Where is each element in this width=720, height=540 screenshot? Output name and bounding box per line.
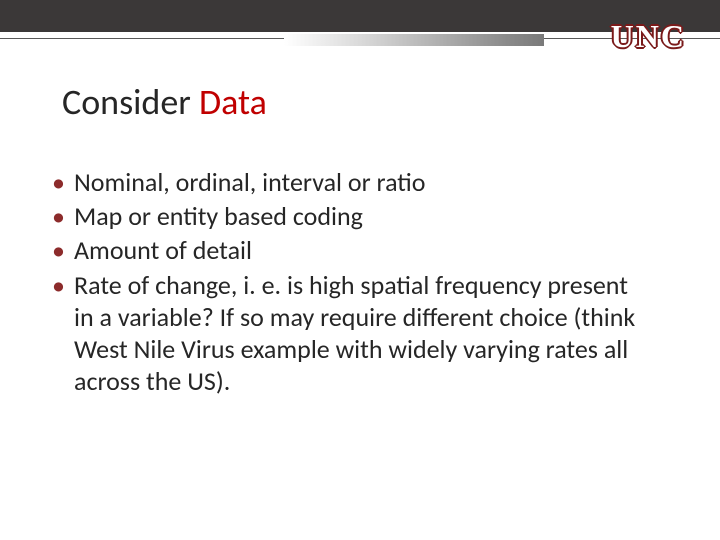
list-item: Rate of change, i. e. is high spatial fr… (48, 269, 648, 398)
list-item: Nominal, ordinal, interval or ratio (48, 166, 648, 198)
unc-logo: UNC (611, 18, 686, 55)
slide-title: Consider Data (62, 80, 267, 124)
title-accent: Data (199, 80, 267, 124)
list-item: Amount of detail (48, 234, 648, 266)
bullet-text: Map or entity based coding (74, 200, 363, 232)
slide-header: UNC (0, 0, 720, 48)
header-gradient-bar (284, 34, 544, 46)
list-item: Map or entity based coding (48, 200, 648, 232)
bullet-text: Amount of detail (74, 234, 252, 266)
slide-body: Nominal, ordinal, interval or ratio Map … (48, 166, 648, 400)
bullet-list: Nominal, ordinal, interval or ratio Map … (48, 166, 648, 398)
bullet-text: Nominal, ordinal, interval or ratio (74, 166, 425, 198)
bullet-text: Rate of change, i. e. is high spatial fr… (74, 269, 635, 398)
title-prefix: Consider (62, 80, 199, 124)
